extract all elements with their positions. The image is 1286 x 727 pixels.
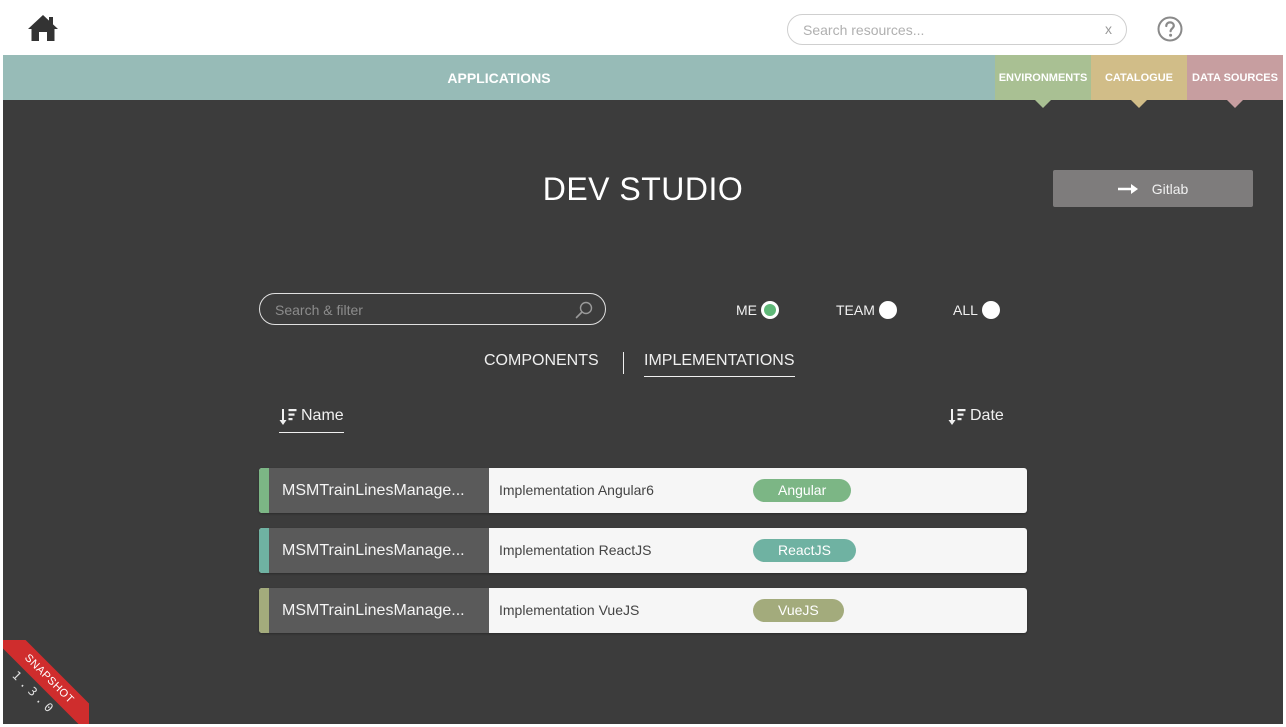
- arrow-right-icon: [1117, 183, 1138, 194]
- row-name: MSMTrainLinesManage...: [269, 528, 489, 573]
- scope-team[interactable]: TEAM: [836, 300, 897, 320]
- tab-components[interactable]: COMPONENTS: [484, 352, 599, 376]
- list-item[interactable]: MSMTrainLinesManage... Implementation Vu…: [259, 588, 1027, 633]
- search-clear-button[interactable]: x: [1105, 21, 1112, 37]
- view-tabs: COMPONENTS IMPLEMENTATIONS: [3, 352, 1283, 380]
- main-nav: APPLICATIONS ENVIRONMENTS CATALOGUE DATA…: [3, 55, 1283, 108]
- gitlab-button-label: Gitlab: [1151, 180, 1189, 197]
- row-name: MSMTrainLinesManage...: [269, 468, 489, 513]
- nav-data-sources-label: DATA SOURCES: [1192, 71, 1278, 84]
- framework-tag: ReactJS: [753, 539, 856, 562]
- row-color-accent: [259, 468, 269, 513]
- nav-catalogue[interactable]: CATALOGUE: [1091, 55, 1187, 108]
- home-icon[interactable]: [27, 13, 59, 43]
- gitlab-button[interactable]: Gitlab: [1053, 170, 1253, 207]
- nav-applications[interactable]: APPLICATIONS: [3, 55, 995, 100]
- framework-tag: Angular: [753, 479, 852, 502]
- scope-team-radio[interactable]: [878, 301, 897, 319]
- radio-selected-dot: [764, 304, 776, 316]
- scope-me-label: ME: [736, 302, 757, 318]
- nav-environments-arrow: [1035, 100, 1051, 108]
- scope-me[interactable]: ME: [736, 300, 779, 320]
- search-icon[interactable]: [575, 301, 593, 319]
- scope-all-radio[interactable]: [981, 301, 1000, 319]
- resource-search-input[interactable]: [803, 21, 1093, 39]
- sort-name-label: Name: [301, 407, 344, 424]
- app-frame: x APPLICATIONS ENVIRONMENTS CATALOGUE DA…: [3, 3, 1283, 724]
- tab-implementations[interactable]: IMPLEMENTATIONS: [644, 352, 795, 377]
- nav-data-sources-arrow: [1227, 100, 1243, 108]
- tab-divider: [623, 352, 624, 374]
- scope-me-radio[interactable]: [761, 301, 779, 319]
- framework-tag: VueJS: [753, 599, 844, 622]
- nav-environments-label: ENVIRONMENTS: [998, 71, 1088, 84]
- question-circle-icon[interactable]: [1157, 16, 1183, 42]
- nav-catalogue-arrow: [1131, 100, 1147, 108]
- scope-all[interactable]: ALL: [953, 300, 1000, 320]
- top-bar: x: [3, 3, 1283, 55]
- resource-search: x: [787, 14, 1127, 45]
- sort-date-label: Date: [970, 407, 1004, 424]
- row-name: MSMTrainLinesManage...: [269, 588, 489, 633]
- sort-by-name[interactable]: Name: [279, 407, 344, 433]
- row-description: Implementation Angular6: [499, 482, 654, 498]
- sort-descending-icon: [279, 409, 297, 425]
- row-description: Implementation VueJS: [499, 602, 640, 618]
- scope-team-label: TEAM: [836, 302, 875, 318]
- filter-input[interactable]: [275, 301, 565, 319]
- row-description: Implementation ReactJS: [499, 542, 652, 558]
- sort-by-date[interactable]: Date: [948, 407, 1004, 433]
- scope-all-label: ALL: [953, 302, 978, 318]
- list-item[interactable]: MSMTrainLinesManage... Implementation Re…: [259, 528, 1027, 573]
- row-color-accent: [259, 528, 269, 573]
- nav-catalogue-label: CATALOGUE: [1104, 71, 1174, 84]
- nav-data-sources[interactable]: DATA SOURCES: [1187, 55, 1283, 108]
- nav-environments[interactable]: ENVIRONMENTS: [995, 55, 1091, 108]
- snapshot-ribbon: SNAPSHOT 1.3.0: [3, 640, 89, 724]
- list-item[interactable]: MSMTrainLinesManage... Implementation An…: [259, 468, 1027, 513]
- filter-box: [259, 293, 606, 325]
- row-color-accent: [259, 588, 269, 633]
- sort-descending-icon: [948, 409, 966, 425]
